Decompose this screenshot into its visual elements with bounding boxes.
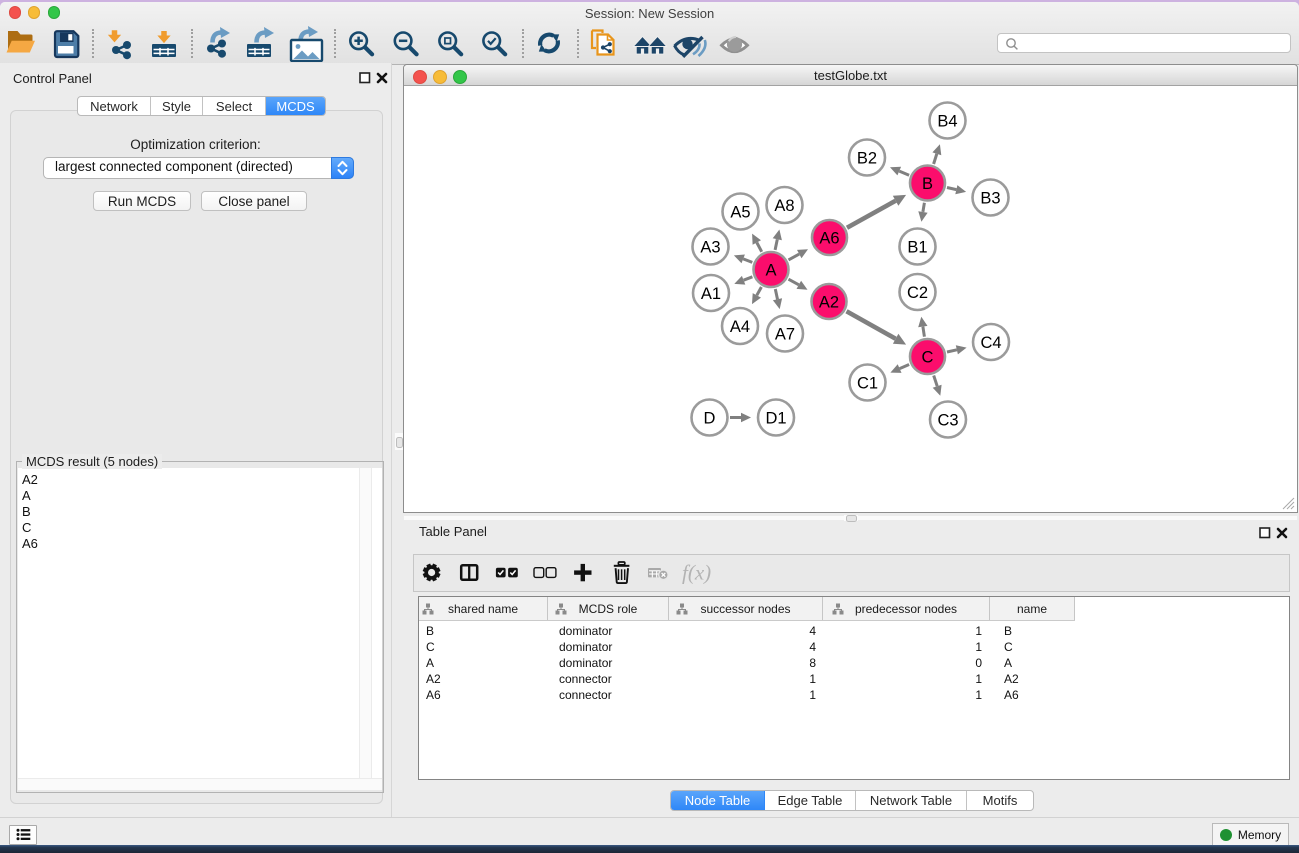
svg-text:A7: A7 — [775, 326, 795, 344]
svg-text:A4: A4 — [730, 318, 750, 336]
svg-text:A5: A5 — [730, 204, 750, 222]
svg-text:B1: B1 — [907, 239, 927, 257]
svg-text:A: A — [765, 262, 776, 280]
svg-text:A1: A1 — [701, 285, 721, 303]
svg-text:A2: A2 — [819, 294, 839, 312]
svg-text:C3: C3 — [937, 412, 958, 430]
svg-text:C2: C2 — [907, 284, 928, 302]
svg-text:D: D — [704, 410, 716, 428]
svg-text:B: B — [922, 175, 933, 193]
svg-text:C1: C1 — [857, 375, 878, 393]
svg-text:A3: A3 — [700, 239, 720, 257]
svg-text:B3: B3 — [980, 190, 1000, 208]
svg-text:A6: A6 — [819, 230, 839, 248]
svg-text:B2: B2 — [857, 150, 877, 168]
svg-text:C4: C4 — [980, 334, 1001, 352]
svg-text:f(x): f(x) — [682, 561, 711, 585]
svg-text:B4: B4 — [937, 113, 957, 131]
svg-text:C: C — [922, 349, 934, 367]
svg-text:D1: D1 — [765, 410, 786, 428]
svg-text:A8: A8 — [774, 197, 794, 215]
